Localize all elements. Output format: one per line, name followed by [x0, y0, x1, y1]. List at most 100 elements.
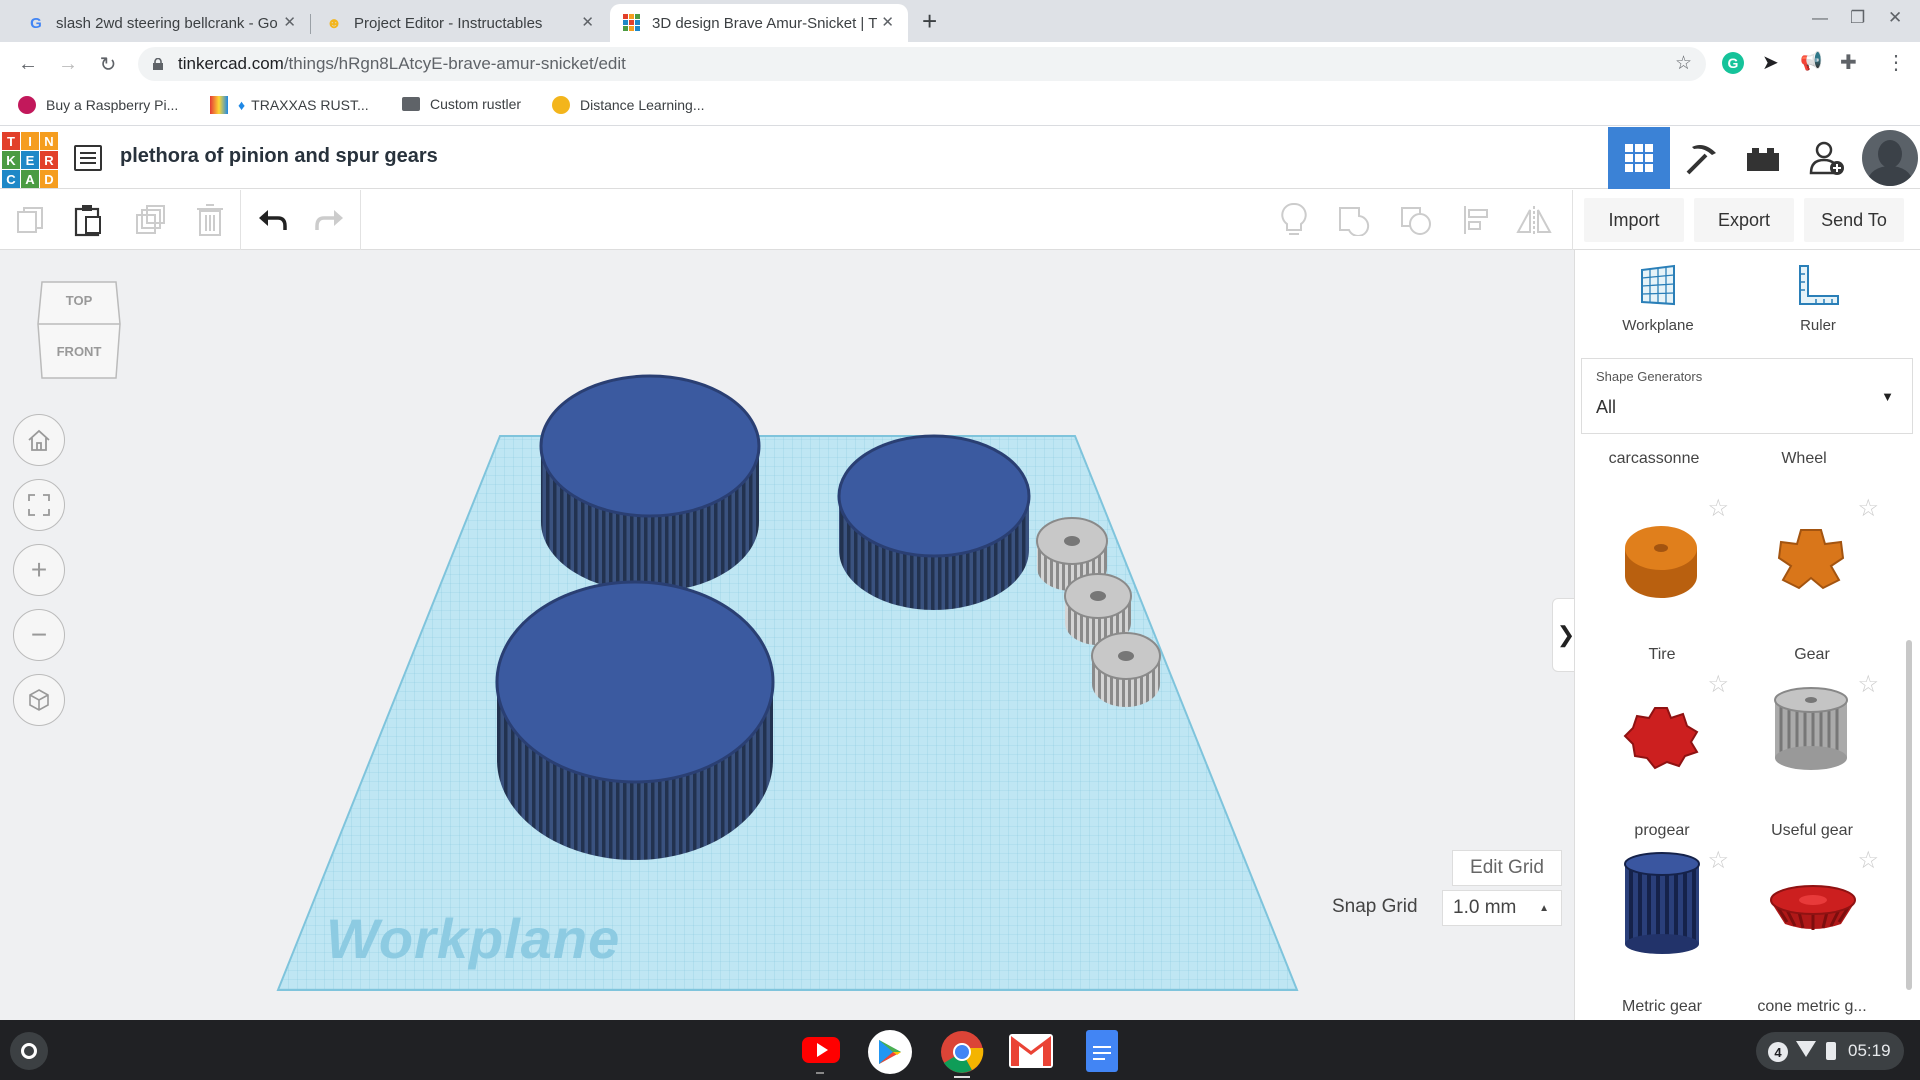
- play-store-icon[interactable]: [868, 1030, 912, 1074]
- browser-nav-bar: ← → ↻ tinkercad.com /things/hRgn8LAtcyE-…: [0, 42, 1920, 86]
- close-icon[interactable]: ✕: [581, 13, 594, 31]
- lightbulb-icon[interactable]: [1274, 200, 1314, 240]
- copy-icon[interactable]: [10, 200, 50, 240]
- send-to-button[interactable]: Send To: [1804, 198, 1904, 242]
- export-button[interactable]: Export: [1694, 198, 1794, 242]
- reload-icon[interactable]: ↻: [92, 48, 124, 80]
- restore-icon[interactable]: ❐: [1850, 8, 1865, 28]
- workplane-button[interactable]: Workplane: [1615, 264, 1701, 334]
- design-list-icon[interactable]: [74, 145, 102, 171]
- star-icon[interactable]: ☆: [1857, 846, 1879, 875]
- docs-icon[interactable]: [1086, 1030, 1118, 1072]
- panel-toggle-button[interactable]: ❯: [1552, 598, 1574, 672]
- star-icon[interactable]: ☆: [1675, 52, 1692, 75]
- group-icon[interactable]: [1334, 200, 1374, 240]
- panel-scrollbar[interactable]: [1906, 640, 1912, 990]
- system-tray[interactable]: 4 05:19: [1756, 1032, 1904, 1070]
- ungroup-icon[interactable]: [1396, 200, 1436, 240]
- mirror-icon[interactable]: [1514, 200, 1554, 240]
- logo-letter: D: [40, 170, 58, 188]
- browser-tab-active[interactable]: 3D design Brave Amur-Snicket | T ✕: [610, 4, 908, 42]
- bricks-button[interactable]: [1732, 127, 1794, 189]
- bookmark-label: Custom rustler: [430, 96, 522, 112]
- ruler-button[interactable]: Ruler: [1783, 264, 1853, 334]
- forward-icon[interactable]: →: [52, 48, 84, 80]
- 3d-view-button[interactable]: [1608, 127, 1670, 189]
- invite-user-button[interactable]: [1796, 127, 1858, 189]
- shape-label-wheel: Wheel: [1781, 450, 1827, 467]
- snap-grid-select[interactable]: 1.0 mm ▲: [1442, 890, 1562, 926]
- browser-tab-strip: G slash 2wd steering bellcrank - Go ✕ ☻ …: [0, 0, 1920, 42]
- pickaxe-icon: [1686, 145, 1716, 175]
- redo-icon[interactable]: [310, 200, 350, 240]
- duplicate-icon[interactable]: [130, 200, 170, 240]
- import-button[interactable]: Import: [1584, 198, 1684, 242]
- gear-thumbnail: [1777, 529, 1845, 590]
- pinion-gear-3[interactable]: [1091, 632, 1161, 707]
- close-icon[interactable]: ✕: [881, 13, 894, 31]
- shape-label: Useful gear: [1771, 822, 1853, 839]
- star-icon[interactable]: ☆: [1707, 846, 1729, 875]
- extensions-icon[interactable]: ✚: [1840, 50, 1857, 75]
- grammarly-icon[interactable]: G: [1722, 52, 1744, 74]
- design-title[interactable]: plethora of pinion and spur gears: [120, 145, 438, 168]
- undo-icon[interactable]: [252, 200, 292, 240]
- launcher-button[interactable]: [10, 1032, 48, 1070]
- back-icon[interactable]: ←: [12, 48, 44, 80]
- logo-letter: I: [21, 132, 39, 150]
- shape-useful-gear[interactable]: ☆ Useful gear: [1737, 670, 1887, 840]
- bookmark-item[interactable]: Distance Learning...: [552, 96, 705, 114]
- tinkercad-icon: [622, 13, 642, 33]
- avatar[interactable]: [1862, 130, 1918, 186]
- youtube-icon[interactable]: [802, 1037, 840, 1063]
- browser-tab[interactable]: G slash 2wd steering bellcrank - Go ✕: [14, 4, 310, 42]
- paste-icon[interactable]: [68, 200, 108, 240]
- spur-gear-large-front[interactable]: [495, 580, 775, 860]
- address-bar[interactable]: tinkercad.com /things/hRgn8LAtcyE-brave-…: [138, 47, 1706, 81]
- ruler-label: Ruler: [1800, 317, 1836, 334]
- shape-gear[interactable]: ☆ Gear: [1737, 494, 1887, 664]
- shape-generators-dropdown[interactable]: Shape Generators All ▼: [1581, 358, 1913, 434]
- minimize-icon[interactable]: —: [1812, 10, 1828, 28]
- bookmark-item[interactable]: Custom rustler: [402, 96, 521, 112]
- chrome-icon[interactable]: [940, 1030, 984, 1074]
- shape-metric-gear[interactable]: ☆ Metric gear: [1587, 846, 1737, 1016]
- bookmark-label: Buy a Raspberry Pi...: [46, 97, 179, 113]
- edit-grid-button[interactable]: Edit Grid: [1452, 850, 1562, 886]
- snap-grid-label: Snap Grid: [1332, 896, 1418, 917]
- metric-gear-thumbnail: [1624, 852, 1700, 954]
- caret-up-icon: ▲: [1539, 903, 1549, 914]
- browser-tab[interactable]: ☻ Project Editor - Instructables ✕: [312, 4, 608, 42]
- useful-gear-thumbnail: [1774, 687, 1848, 770]
- shape-label: Metric gear: [1621, 998, 1703, 1015]
- bookmark-item[interactable]: ♦ TRAXXAS RUST...: [210, 96, 369, 114]
- close-window-icon[interactable]: ✕: [1888, 8, 1902, 28]
- add-user-icon: [1809, 141, 1844, 175]
- shape-tire[interactable]: ☆ Tire: [1587, 494, 1737, 664]
- tinkercad-logo[interactable]: TIN KER CAD: [2, 132, 58, 188]
- minecraft-button[interactable]: [1670, 127, 1732, 189]
- new-tab-button[interactable]: +: [922, 6, 937, 37]
- shape-label-carcassonne: carcassonne: [1608, 450, 1700, 467]
- tab-separator: [310, 14, 311, 34]
- folder-icon: [402, 97, 420, 111]
- shape-label: Tire: [1648, 646, 1676, 663]
- bookmark-item[interactable]: Buy a Raspberry Pi...: [18, 96, 178, 114]
- align-icon[interactable]: [1456, 200, 1496, 240]
- shape-cone-metric-gear[interactable]: ☆ cone metric g...: [1737, 846, 1887, 1016]
- toolbar-divider: [240, 190, 241, 250]
- spur-gear-large-back[interactable]: [539, 374, 761, 592]
- launcher-icon: [21, 1043, 37, 1059]
- 3d-viewport[interactable]: TOP FRONT + − Workplane Edit Grid Snap G…: [0, 250, 1574, 1020]
- generators-caption: Shape Generators: [1596, 369, 1703, 384]
- gmail-icon[interactable]: [1009, 1034, 1053, 1068]
- spur-gear-medium[interactable]: [837, 434, 1031, 610]
- close-icon[interactable]: ✕: [283, 13, 296, 31]
- delete-icon[interactable]: [190, 200, 230, 240]
- menu-icon[interactable]: ⋮: [1886, 50, 1906, 75]
- megaphone-icon[interactable]: 📢: [1800, 51, 1822, 72]
- cursor-extension-icon[interactable]: ➤: [1762, 50, 1779, 75]
- grid-icon: [1625, 144, 1653, 172]
- shape-progear[interactable]: ☆ progear: [1587, 670, 1737, 840]
- url-path: /things/hRgn8LAtcyE-brave-amur-snicket/e…: [283, 54, 626, 73]
